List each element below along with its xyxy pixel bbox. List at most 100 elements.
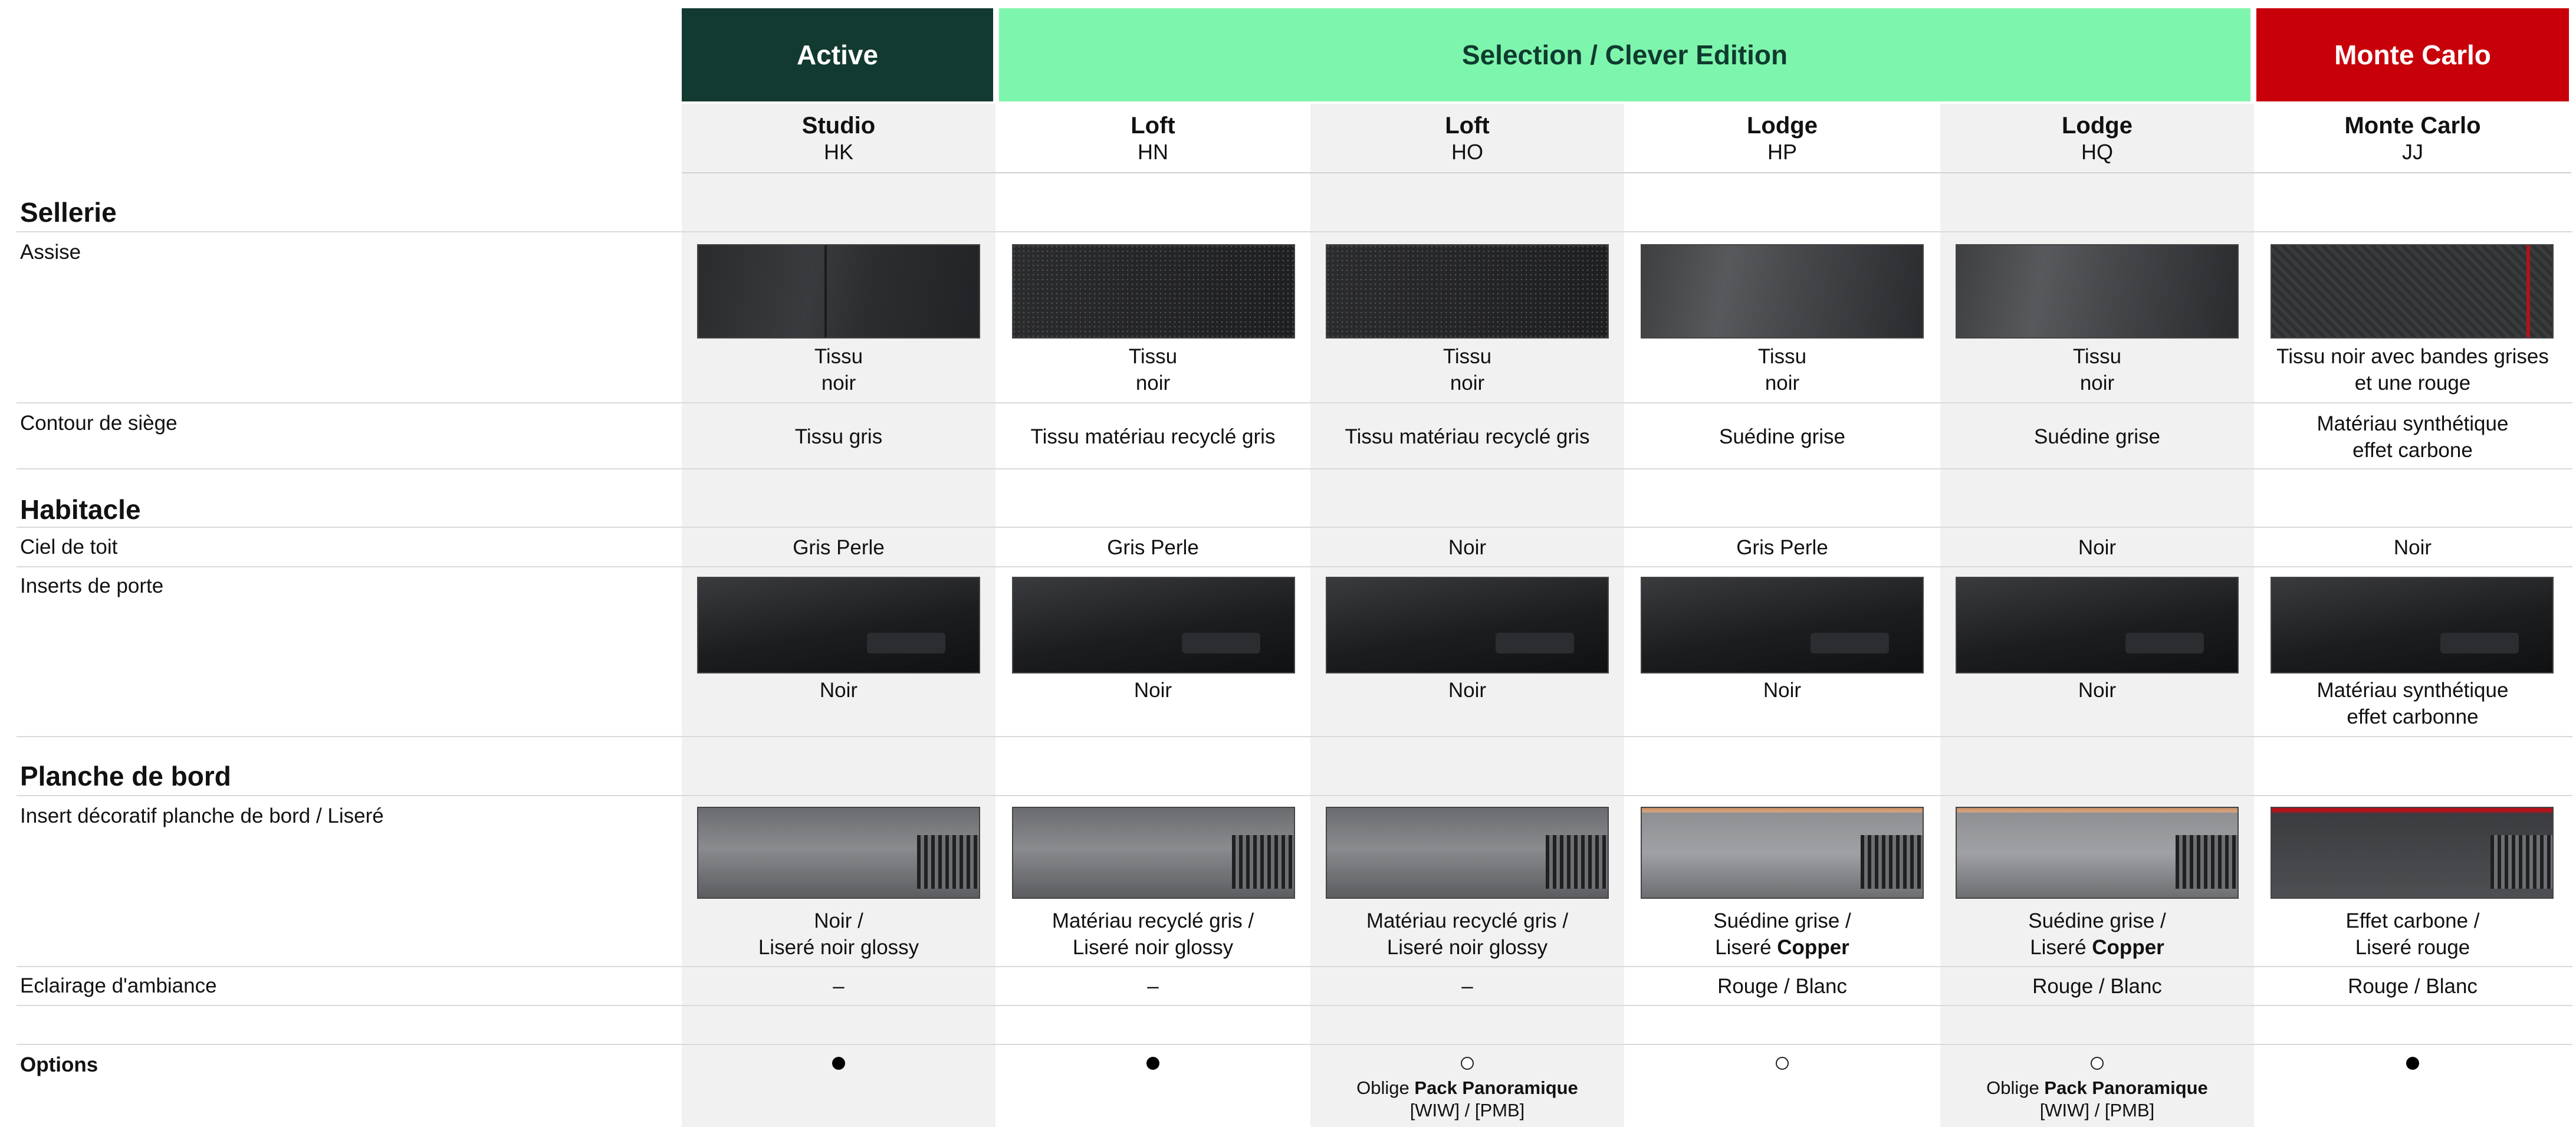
cell-assise: Tissu noir avec bandes grises et une roug… — [2276, 345, 2549, 395]
cell-ciel: Noir — [1448, 536, 1487, 559]
optional-marker-icon — [1776, 1057, 1789, 1070]
swatch-image-assise — [1956, 244, 2239, 339]
standard-marker-icon — [1146, 1057, 1159, 1070]
swatch-image-deco — [697, 807, 980, 899]
row-label-contour: Contour de siège — [20, 412, 178, 435]
row-label-eclairage: Eclairage d'ambiance — [20, 974, 217, 997]
cell-ciel: Gris Perle — [1107, 536, 1199, 559]
trim-name: Lodge — [2062, 113, 2133, 139]
cell-insert-deco: Suédine grise / Liseré Copper — [1713, 909, 1851, 959]
trim-code: HN — [1138, 140, 1168, 164]
standard-marker-icon — [2406, 1057, 2419, 1070]
trim-header: Loft HN — [995, 104, 1310, 172]
trim-code: JJ — [2402, 140, 2423, 164]
optional-marker-icon — [2091, 1057, 2104, 1070]
divider — [17, 1044, 2572, 1045]
cell-assise: Tissu noir — [1757, 345, 1807, 395]
swatch-image-porte — [1012, 577, 1295, 673]
divider — [17, 736, 2572, 737]
divider — [682, 172, 2571, 173]
cell-ciel: Noir — [2393, 536, 2432, 559]
cell-ciel: Noir — [2078, 536, 2117, 559]
swatch-image-porte — [2271, 577, 2554, 673]
swatch-image-porte — [1641, 577, 1924, 673]
cell-inserts-porte: Matériau synthétique effet carbonne — [2317, 679, 2509, 728]
swatch-image-deco — [1326, 807, 1609, 899]
divider — [17, 231, 2572, 232]
divider — [17, 566, 2572, 567]
swatch-image-porte — [1326, 577, 1609, 673]
cell-insert-deco: Suédine grise / Liseré Copper — [2028, 909, 2166, 959]
row-label-ciel: Ciel de toit — [20, 535, 118, 558]
divider — [17, 468, 2572, 469]
swatch-image-deco — [1956, 807, 2239, 899]
trim-header: Monte Carlo JJ — [2254, 104, 2571, 172]
cell-contour: Tissu gris — [794, 425, 883, 448]
row-label-options: Options — [20, 1053, 98, 1076]
cell-eclairage: Rouge / Blanc — [2348, 975, 2478, 998]
divider — [17, 795, 2572, 796]
trim-name: Studio — [801, 113, 876, 139]
swatch-image-porte — [697, 577, 980, 673]
divider — [17, 402, 2572, 403]
cell-insert-deco: Matériau recyclé gris / Liseré noir glos… — [1052, 909, 1254, 959]
swatch-image-assise — [1012, 244, 1295, 339]
cell-assise: Tissu noir — [814, 345, 863, 395]
swatch-image-assise — [697, 244, 980, 339]
group-header-selection: Selection / Clever Edition — [999, 8, 2250, 101]
trim-header: Lodge HQ — [1940, 104, 2254, 172]
section-title-habitacle: Habitacle — [20, 494, 141, 525]
standard-marker-icon — [832, 1057, 845, 1070]
group-header-monte-carlo: Monte Carlo — [2256, 8, 2569, 101]
section-title-planche: Planche de bord — [20, 761, 231, 791]
cell-eclairage: Rouge / Blanc — [1717, 975, 1847, 998]
section-title-sellerie: Sellerie — [20, 197, 117, 228]
trim-name: Lodge — [1747, 113, 1818, 139]
cell-contour: Suédine grise — [1719, 425, 1846, 448]
cell-assise: Tissu noir — [2072, 345, 2122, 395]
divider — [17, 527, 2572, 528]
group-header-active: Active — [682, 8, 993, 101]
swatch-image-assise — [1326, 244, 1609, 339]
option-note: Oblige Pack Panoramique [WIW] / [PMB] — [1986, 1077, 2208, 1121]
cell-contour: Tissu matériau recyclé gris — [1345, 425, 1590, 448]
cell-insert-deco: Effet carbone / Liseré rouge — [2345, 909, 2480, 959]
cell-eclairage: Rouge / Blanc — [2032, 975, 2162, 998]
trim-code: HO — [1451, 140, 1483, 164]
swatch-image-deco — [1641, 807, 1924, 899]
cell-inserts-porte: Noir — [819, 679, 858, 702]
trim-header: Loft HO — [1310, 104, 1624, 172]
swatch-image-porte — [1956, 577, 2239, 673]
trim-header: Lodge HP — [1624, 104, 1940, 172]
divider — [17, 1005, 2572, 1006]
swatch-image-deco — [2271, 807, 2554, 899]
cell-ciel: Gris Perle — [793, 536, 885, 559]
cell-eclairage: – — [1461, 975, 1473, 998]
trim-name: Loft — [1445, 113, 1490, 139]
trim-code: HQ — [2081, 140, 2113, 164]
row-label-inserts-porte: Inserts de porte — [20, 574, 164, 597]
trim-code: HP — [1767, 140, 1797, 164]
cell-inserts-porte: Noir — [2078, 679, 2117, 702]
cell-assise: Tissu noir — [1443, 345, 1492, 395]
cell-contour: Suédine grise — [2033, 425, 2161, 448]
cell-ciel: Gris Perle — [1736, 536, 1828, 559]
cell-inserts-porte: Noir — [1133, 679, 1172, 702]
cell-contour: Tissu matériau recyclé gris — [1030, 425, 1276, 448]
option-note: Oblige Pack Panoramique [WIW] / [PMB] — [1356, 1077, 1578, 1121]
trim-name: Loft — [1131, 113, 1175, 139]
cell-eclairage: – — [833, 975, 845, 998]
cell-insert-deco: Noir / Liseré noir glossy — [758, 909, 919, 959]
swatch-image-assise — [2271, 244, 2554, 339]
cell-inserts-porte: Noir — [1763, 679, 1802, 702]
cell-inserts-porte: Noir — [1448, 679, 1487, 702]
divider — [17, 966, 2572, 967]
cell-eclairage: – — [1147, 975, 1159, 998]
swatch-image-assise — [1641, 244, 1924, 339]
cell-contour: Matériau synthétique effet carbone — [2317, 412, 2509, 462]
swatch-image-deco — [1012, 807, 1295, 899]
optional-marker-icon — [1461, 1057, 1474, 1070]
trim-name: Monte Carlo — [2344, 113, 2481, 139]
cell-insert-deco: Matériau recyclé gris / Liseré noir glos… — [1366, 909, 1569, 959]
trim-code: HK — [823, 140, 853, 164]
